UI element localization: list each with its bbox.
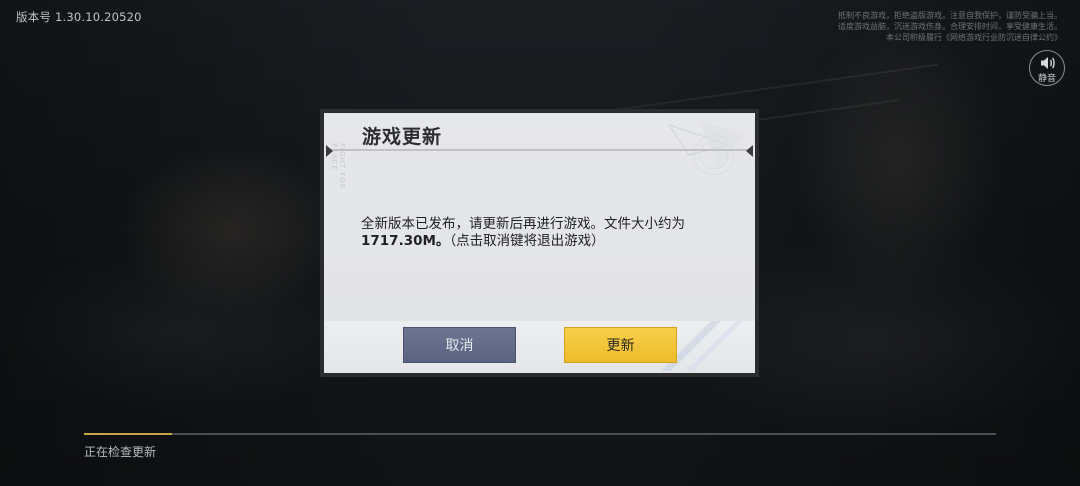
health-notice-line: 本公司积极履行《网络游戏行业防沉迷自律公约》 [886, 33, 1062, 42]
message-exit-hint: （点击取消键将退出游戏） [449, 233, 605, 249]
update-progress-fill [84, 433, 173, 435]
dialog-title: 游戏更新 [362, 126, 443, 148]
update-button[interactable]: 更新 [564, 327, 677, 363]
mute-label: 静音 [1037, 74, 1056, 84]
health-notice-line: 抵制不良游戏，拒绝盗版游戏。注意自我保护，谨防受骗上当。 [838, 11, 1062, 20]
version-label: 版本号 [16, 10, 52, 24]
file-size-text: 1717.30M。 [361, 233, 450, 249]
version-number: 1.30.10.20520 [54, 10, 142, 24]
update-message: 全新版本已发布，请更新后再进行游戏。文件大小约为 1717.30M。（点击取消键… [361, 216, 731, 250]
header-marker-right [746, 145, 753, 157]
header-marker-left [326, 145, 333, 157]
dialog-header: 游戏更新 [324, 113, 755, 149]
version-info: 版本号 1.30.10.20520 [16, 9, 142, 25]
update-status-text: 正在检查更新 [84, 445, 157, 459]
header-divider [330, 149, 750, 151]
health-notice-line: 适度游戏益脑，沉迷游戏伤身。合理安排时间，享受健康生活。 [838, 22, 1062, 31]
health-notice: 抵制不良游戏，拒绝盗版游戏。注意自我保护，谨防受骗上当。 适度游戏益脑，沉迷游戏… [732, 10, 1062, 43]
update-dialog: FIGHT FOR PEACE 游戏更新 全新版本已发布，请更新后再进行游戏。文… [320, 109, 759, 377]
speaker-icon [1041, 57, 1055, 69]
mute-button[interactable]: 静音 [1029, 50, 1065, 86]
dialog-button-bar: 取消 更新 [324, 321, 755, 373]
dialog-side-text: FIGHT FOR PEACE [330, 143, 346, 190]
cancel-button[interactable]: 取消 [403, 327, 516, 363]
message-line-1: 全新版本已发布，请更新后再进行游戏。文件大小约为 [361, 216, 685, 232]
update-progress-bar [84, 433, 996, 435]
